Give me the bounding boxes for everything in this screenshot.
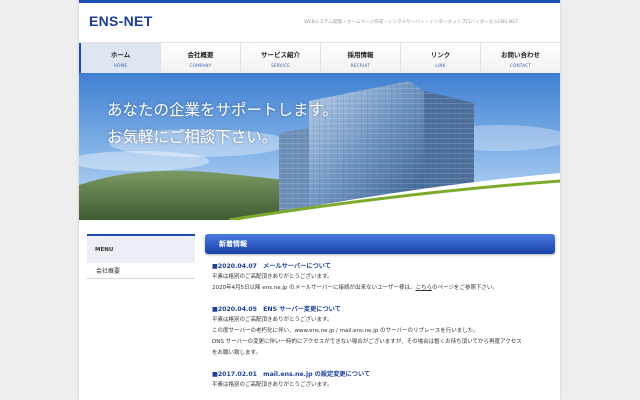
news-entry-line: 2020年4月5日以降 ens.ne.jp のメールサーバーに接続が出来ないユー…	[212, 283, 555, 294]
nav-label: お問い合わせ	[501, 50, 540, 59]
top-accent-bar	[79, 0, 560, 3]
news-entry-line: 平素は格別のご高配頂きありがとうございます。	[212, 382, 333, 388]
menu-item-company[interactable]: 会社概要	[87, 263, 195, 279]
nav-item-link[interactable]: リンク LINK	[401, 43, 481, 73]
nav-sublabel: LINK	[435, 62, 446, 68]
nav-sublabel: RECRUIT	[350, 62, 371, 68]
news-section: 新着情報 ■2020.04.07 メールサーバーについて 平素は格別のご高配頂き…	[205, 234, 555, 391]
news-entry-line: DNS サーバーの変更に伴い一時的にアクセスができない場合がございますが、その場…	[212, 339, 522, 345]
nav-sublabel: HOME	[113, 62, 128, 68]
news-entry-line: 平素は格別のご高配頂きありがとうございます。	[212, 317, 333, 323]
site-logo[interactable]: ENS-NET	[89, 13, 153, 29]
hero-line-2: お気軽にご相談下さい。	[107, 128, 278, 146]
nav-label: サービス紹介	[261, 50, 300, 59]
nav-item-service[interactable]: サービス紹介 SERVICE	[241, 43, 321, 73]
nav-sublabel: CONTACT	[509, 62, 532, 68]
nav-item-recruit[interactable]: 採用情報 RECRUIT	[321, 43, 401, 73]
sidebar-menu: MENU 会社概要	[87, 234, 195, 279]
news-entry-line: をお願い致します。	[212, 350, 261, 356]
news-entry: ■2017.02.01 mail.ens.ne.jp の設定変更について 平素は…	[212, 370, 555, 391]
nav-sublabel: COMPANY	[189, 62, 212, 68]
news-entry-line: 平素は格別のご高配頂きありがとうございます。	[212, 274, 333, 280]
news-entry-title[interactable]: ■2020.04.05 ENS サーバー変更について	[212, 305, 555, 315]
nav-item-contact[interactable]: お問い合わせ CONTACT	[481, 43, 560, 73]
nav-sublabel: SERVICE	[270, 62, 291, 68]
nav-label: 採用情報	[347, 50, 374, 59]
nav-label: リンク	[430, 50, 451, 59]
news-entry-text: のページをご参照下さい。	[431, 285, 498, 291]
menu-title: MENU	[87, 234, 195, 263]
news-entry-title[interactable]: ■2020.04.07 メールサーバーについて	[212, 262, 555, 272]
global-nav: ホーム HOME 会社概要 COMPANY サービス紹介 SERVICE 採用情…	[79, 42, 560, 74]
nav-item-company[interactable]: 会社概要 COMPANY	[161, 43, 241, 73]
hero-copy: あなたの企業をサポートします。 お気軽にご相談下さい。	[107, 97, 338, 151]
site-tagline: WEBシステム開発・ホームページ作成・レンタルサーバー・インターネットプロバイダ…	[304, 20, 518, 25]
news-entry-line: この度サーバーの老朽化に伴い、www.ens.ne.jp / mail.ens.…	[212, 328, 479, 334]
news-entry: ■2020.04.05 ENS サーバー変更について 平素は格別のご高配頂きあり…	[212, 305, 555, 359]
news-entry-title[interactable]: ■2017.02.01 mail.ens.ne.jp の設定変更について	[212, 370, 555, 380]
news-entry-text: 2020年4月5日以降 ens.ne.jp のメールサーバーに接続が出来ないユー…	[212, 285, 416, 291]
news-entry: ■2020.04.07 メールサーバーについて 平素は格別のご高配頂きありがとう…	[212, 262, 555, 294]
hero-banner: あなたの企業をサポートします。 お気軽にご相談下さい。	[79, 73, 560, 220]
news-header: 新着情報	[205, 234, 555, 254]
nav-item-home[interactable]: ホーム HOME	[79, 43, 161, 73]
hero-line-1: あなたの企業をサポートします。	[107, 101, 338, 119]
nav-label: ホーム	[110, 50, 131, 59]
news-link[interactable]: こちら	[415, 285, 432, 291]
page-container: ENS-NET WEBシステム開発・ホームページ作成・レンタルサーバー・インター…	[79, 0, 560, 400]
nav-label: 会社概要	[187, 50, 214, 59]
